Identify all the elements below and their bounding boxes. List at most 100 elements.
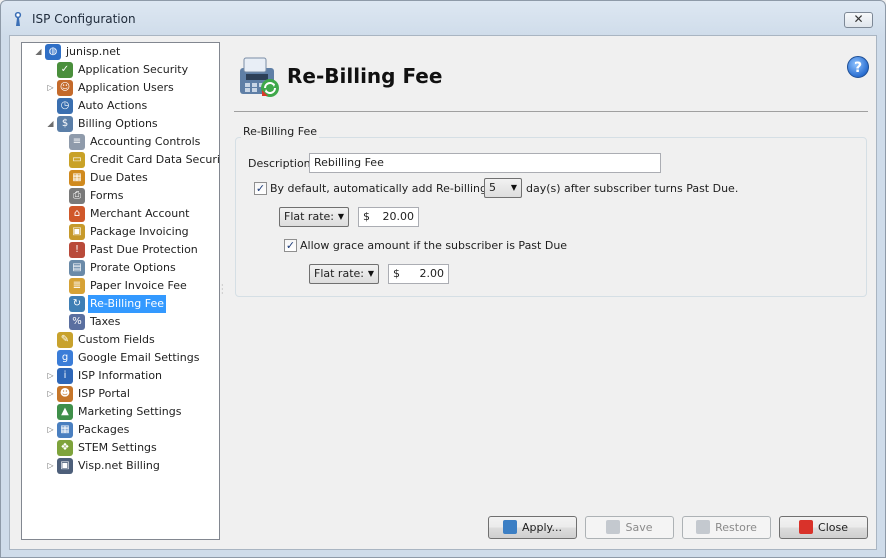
grace-currency: $: [393, 267, 400, 280]
tree-collapsed-icon[interactable]: ▷: [46, 79, 55, 97]
save-icon: [606, 520, 621, 534]
ledger-icon: ≡: [69, 134, 85, 150]
help-icon[interactable]: ?: [847, 56, 869, 78]
tree-item[interactable]: ▲ Marketing Settings: [22, 403, 219, 421]
close-button[interactable]: Close: [779, 516, 868, 539]
package-invoice-icon: ▣: [69, 224, 85, 240]
tree-item[interactable]: ! Past Due Protection: [22, 241, 219, 259]
tree-item[interactable]: ▤ Prorate Options: [22, 259, 219, 277]
auto-add-check-mark: ✓: [255, 182, 266, 195]
tree-item[interactable]: ▦ Due Dates: [22, 169, 219, 187]
tree-item[interactable]: ⌂ Merchant Account: [22, 205, 219, 223]
users-icon: ☺: [57, 80, 73, 96]
tree-item[interactable]: ❖ STEM Settings: [22, 439, 219, 457]
tree-item-label: Paper Invoice Fee: [90, 279, 187, 292]
header-divider: [234, 111, 868, 112]
auto-add-checkbox[interactable]: ✓: [254, 182, 267, 195]
window-title: ISP Configuration: [32, 12, 136, 26]
page-title: Re-Billing Fee: [287, 64, 443, 88]
packages-icon: ▦: [57, 422, 73, 438]
calculator-icon: ▤: [69, 260, 85, 276]
grace-checkbox[interactable]: ✓: [284, 239, 297, 252]
tree-item[interactable]: ◢ $ Billing Options: [22, 115, 219, 133]
shield-lock-icon: ✓: [57, 62, 73, 78]
tree-item-label: Due Dates: [90, 171, 148, 184]
restore-icon: [696, 520, 711, 534]
rate-amount-input[interactable]: $ 20.00: [358, 207, 419, 227]
past-due-icon: !: [69, 242, 85, 258]
tree-item-label: Package Invoicing: [90, 225, 189, 238]
tree-collapsed-icon[interactable]: ▷: [46, 457, 55, 475]
tree-item[interactable]: ⎙ Forms: [22, 187, 219, 205]
tree-collapsed-icon[interactable]: ▷: [46, 367, 55, 385]
tree-no-expander: [58, 277, 67, 295]
printer-icon: ⎙: [69, 188, 85, 204]
tree-item[interactable]: ✎ Custom Fields: [22, 331, 219, 349]
tree-item-label: Merchant Account: [90, 207, 190, 220]
grace-amount-input[interactable]: $ 2.00: [388, 264, 449, 284]
tree-no-expander: [58, 133, 67, 151]
tree-no-expander: [46, 61, 55, 79]
days-dropdown[interactable]: 5 ▼: [484, 178, 522, 198]
apply-label: Apply...: [522, 521, 562, 534]
description-input[interactable]: Rebilling Fee: [309, 153, 661, 173]
settings-tree[interactable]: ◢ ◍ junisp.net ✓ Application Security ▷ ☺ Appli…: [21, 42, 220, 540]
app-window: ISP Configuration ✕ ◢ ◍ junisp.net ✓ Applica…: [0, 0, 886, 558]
save-label: Save: [625, 521, 653, 534]
tree-item-label: Packages: [78, 423, 130, 436]
tree-item[interactable]: % Taxes: [22, 313, 219, 331]
stem-icon: ❖: [57, 440, 73, 456]
tree-item-label: Accounting Controls: [90, 135, 201, 148]
tree-item[interactable]: ✓ Application Security: [22, 61, 219, 79]
tree-item[interactable]: ▷ ☺ Application Users: [22, 79, 219, 97]
info-icon: i: [57, 368, 73, 384]
days-suffix-label: day(s) after subscriber turns Past Due.: [526, 182, 739, 195]
tree-item-label: STEM Settings: [78, 441, 157, 454]
tree-collapsed-icon[interactable]: ▷: [46, 421, 55, 439]
tree-item-label: Past Due Protection: [90, 243, 198, 256]
tree-item-label: Google Email Settings: [78, 351, 200, 364]
tree-item-label: Marketing Settings: [78, 405, 182, 418]
tree-no-expander: [58, 205, 67, 223]
grace-amount-value: 2.00: [419, 267, 445, 280]
rate-type-dropdown[interactable]: Flat rate: ▼: [279, 207, 349, 227]
tree-item[interactable]: ▣ Package Invoicing: [22, 223, 219, 241]
tree-item[interactable]: ≣ Paper Invoice Fee: [22, 277, 219, 295]
tree-item[interactable]: ↻ Re-Billing Fee: [22, 295, 219, 313]
window-close-button[interactable]: ✕: [844, 12, 873, 28]
chart-icon: ▲: [57, 404, 73, 420]
tree-no-expander: [46, 97, 55, 115]
tree-item[interactable]: ◷ Auto Actions: [22, 97, 219, 115]
tree-collapsed-icon[interactable]: ▷: [46, 385, 55, 403]
grace-label: Allow grace amount if the subscriber is …: [300, 239, 568, 252]
tree-item[interactable]: g Google Email Settings: [22, 349, 219, 367]
chevron-down-icon: ▼: [510, 183, 517, 192]
splitter-grip[interactable]: · · ·: [221, 282, 224, 298]
save-button[interactable]: Save: [585, 516, 674, 539]
tree-expanded-icon[interactable]: ◢: [46, 115, 55, 133]
app-logo-icon: [14, 12, 22, 26]
chevron-down-icon: ▼: [367, 269, 374, 278]
tree-item[interactable]: ◢ ◍ junisp.net: [22, 43, 219, 61]
calendar-icon: ▦: [69, 170, 85, 186]
days-value: 5: [489, 181, 496, 194]
tree-item[interactable]: ≡ Accounting Controls: [22, 133, 219, 151]
tree-no-expander: [58, 295, 67, 313]
apply-button[interactable]: Apply...: [488, 516, 577, 539]
tree-item-label: ISP Information: [78, 369, 163, 382]
credit-card-lock-icon: ▭: [69, 152, 85, 168]
tree-item-label: junisp.net: [66, 45, 121, 58]
tree-item[interactable]: ▷ ☻ ISP Portal: [22, 385, 219, 403]
tree-expanded-icon[interactable]: ◢: [34, 43, 43, 61]
tree-item[interactable]: ▷ i ISP Information: [22, 367, 219, 385]
grace-rate-type-dropdown[interactable]: Flat rate: ▼: [309, 264, 379, 284]
tree-item[interactable]: ▭ Credit Card Data Security: [22, 151, 219, 169]
pencil-icon: ✎: [57, 332, 73, 348]
tree-item[interactable]: ▷ ▦ Packages: [22, 421, 219, 439]
tree-item[interactable]: ▷ ▣ Visp.net Billing: [22, 457, 219, 475]
auto-add-label: By default, automatically add Re-billing…: [270, 182, 510, 195]
tree-item-label: Forms: [90, 189, 124, 202]
close-icon: [799, 520, 814, 534]
tree-no-expander: [58, 241, 67, 259]
restore-button[interactable]: Restore: [682, 516, 771, 539]
